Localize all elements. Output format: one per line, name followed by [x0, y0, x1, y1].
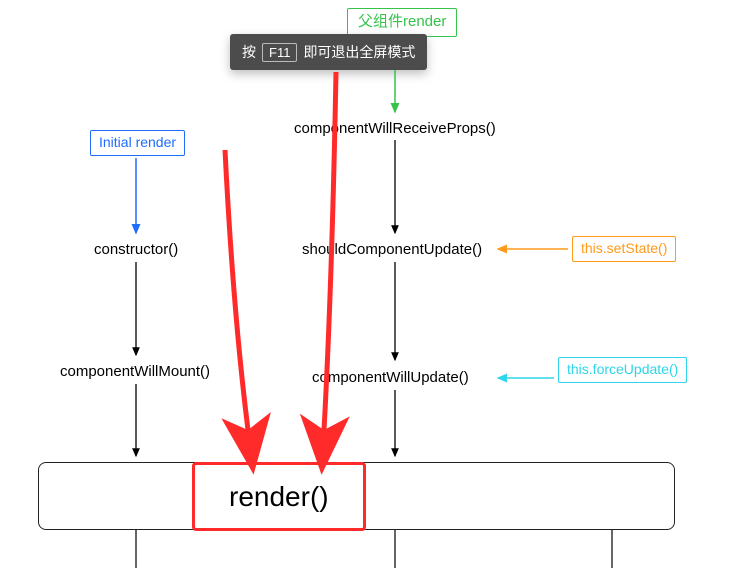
- tooltip-prefix: 按: [242, 42, 256, 62]
- node-initial-render: Initial render: [90, 130, 185, 156]
- node-cwrp: componentWillReceiveProps(): [294, 120, 496, 137]
- node-cwu: componentWillUpdate(): [312, 369, 469, 386]
- node-scu: shouldComponentUpdate(): [302, 241, 482, 258]
- fullscreen-tooltip: 按 F11 即可退出全屏模式: [230, 34, 427, 70]
- node-forceupdate: this.forceUpdate(): [558, 357, 687, 383]
- node-cwm: componentWillMount(): [60, 363, 210, 380]
- node-constructor: constructor(): [94, 241, 178, 258]
- node-parent-render: 父组件render: [347, 8, 457, 37]
- node-render: render(): [192, 462, 366, 531]
- node-setstate: this.setState(): [572, 236, 676, 262]
- tooltip-key: F11: [262, 43, 297, 62]
- hand-arrow-left: [225, 150, 248, 430]
- tooltip-suffix: 即可退出全屏模式: [303, 42, 415, 62]
- diagram-canvas: 父组件render 按 F11 即可退出全屏模式 Initial render …: [0, 0, 750, 568]
